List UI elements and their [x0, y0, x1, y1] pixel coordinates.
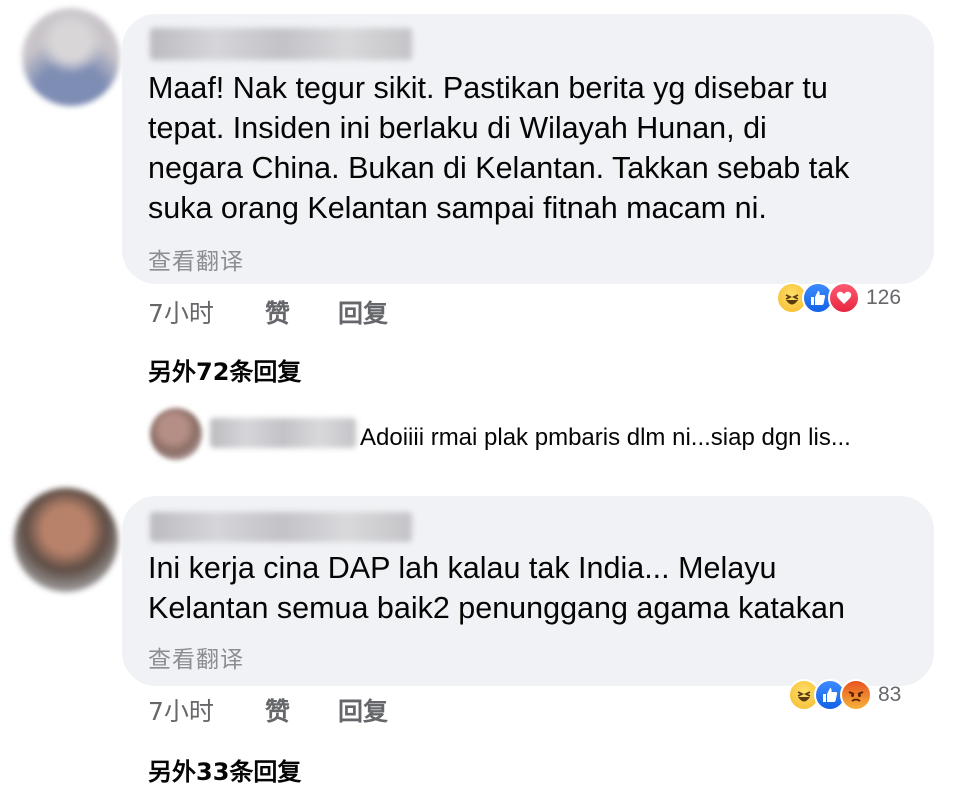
- angry-reaction-icon: [840, 679, 872, 711]
- love-reaction-icon: [828, 282, 860, 314]
- reply-button[interactable]: 回复: [338, 294, 388, 330]
- like-button[interactable]: 赞: [265, 692, 290, 728]
- commenter-avatar[interactable]: [14, 488, 118, 592]
- reaction-count: 126: [866, 286, 902, 309]
- comment-timestamp[interactable]: 7小时: [148, 692, 214, 728]
- reactions-summary[interactable]: 126: [776, 281, 901, 315]
- reply-author-blurred[interactable]: [210, 418, 356, 448]
- reactions-summary[interactable]: 83: [788, 678, 901, 712]
- reply-button[interactable]: 回复: [338, 692, 388, 728]
- commenter-name-blurred[interactable]: [150, 512, 412, 542]
- reaction-count: 83: [878, 683, 902, 706]
- comment-text: Ini kerja cina DAP lah kalau tak India..…: [148, 551, 845, 625]
- reply-preview-text[interactable]: Adoiiii rmai plak pmbaris dlm ni...siap …: [360, 424, 851, 452]
- view-more-replies-link[interactable]: 另外33条回复: [148, 752, 301, 787]
- comment-timestamp[interactable]: 7小时: [148, 294, 214, 330]
- comment-text: Maaf! Nak tegur sikit. Pastikan berita y…: [148, 71, 850, 225]
- view-more-replies-link[interactable]: 另外72条回复: [148, 352, 301, 387]
- see-translation-link[interactable]: 查看翻译: [148, 640, 244, 674]
- commenter-avatar[interactable]: [22, 8, 120, 106]
- commenter-name-blurred[interactable]: [150, 28, 412, 60]
- reply-avatar[interactable]: [150, 408, 202, 460]
- like-button[interactable]: 赞: [265, 294, 290, 330]
- see-translation-link[interactable]: 查看翻译: [148, 242, 244, 276]
